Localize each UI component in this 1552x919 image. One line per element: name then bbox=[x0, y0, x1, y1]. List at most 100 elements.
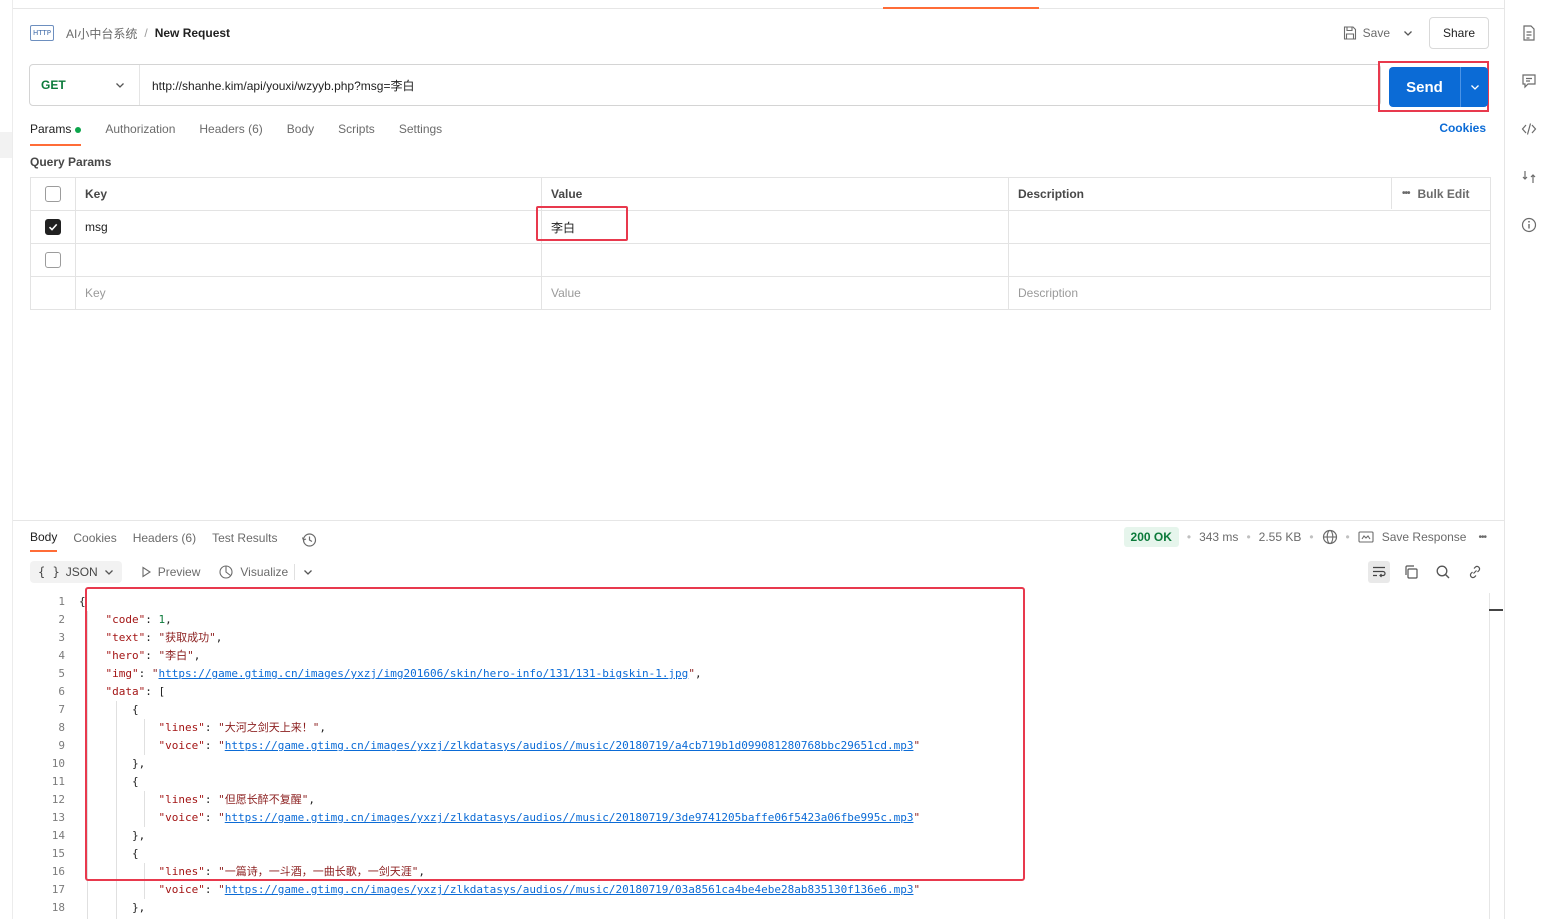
bulk-edit-button[interactable]: ••• Bulk Edit bbox=[1391, 178, 1490, 209]
param-description-cell[interactable] bbox=[1009, 211, 1490, 243]
tab-authorization[interactable]: Authorization bbox=[105, 120, 175, 144]
history-icon[interactable] bbox=[301, 532, 317, 548]
save-response-button[interactable]: Save Response bbox=[1382, 530, 1467, 544]
tab-test-results[interactable]: Test Results bbox=[212, 529, 277, 551]
line-number: 13 bbox=[51, 811, 65, 824]
code-line: 17 "voice": "https://game.gtimg.cn/image… bbox=[43, 881, 920, 899]
separator-dot: • bbox=[1186, 530, 1192, 544]
info-icon[interactable] bbox=[1521, 217, 1537, 233]
tab-settings[interactable]: Settings bbox=[399, 120, 442, 144]
tab-headers[interactable]: Headers (6) bbox=[199, 120, 262, 144]
separator-dot: • bbox=[1345, 530, 1350, 544]
new-value-input[interactable]: Value bbox=[542, 277, 1009, 309]
chevron-down-icon bbox=[116, 83, 124, 88]
tab-body[interactable]: Body bbox=[287, 120, 314, 144]
query-params-title: Query Params bbox=[30, 155, 112, 169]
visualize-button[interactable]: Visualize bbox=[218, 564, 288, 580]
table-row: msg 李白 bbox=[31, 211, 1490, 244]
response-divider bbox=[13, 520, 1505, 521]
line-number: 8 bbox=[58, 721, 65, 734]
header-check-cell bbox=[31, 178, 76, 210]
play-icon bbox=[142, 566, 151, 578]
method-label: GET bbox=[41, 78, 66, 92]
code-line: 18 }, bbox=[43, 899, 920, 917]
code-highlight-box bbox=[85, 587, 1025, 881]
tab-headers-label: Headers bbox=[199, 122, 245, 136]
param-key-cell[interactable]: msg bbox=[76, 211, 542, 243]
line-number: 3 bbox=[58, 631, 65, 644]
separator-dot: • bbox=[1309, 530, 1314, 544]
save-icon bbox=[1343, 26, 1356, 40]
request-name[interactable]: New Request bbox=[155, 26, 230, 40]
save-response-icon bbox=[1358, 531, 1374, 543]
body-toolbar: { } JSON Preview Visualize bbox=[30, 561, 313, 583]
save-label: Save bbox=[1362, 26, 1390, 40]
row-check-cell bbox=[31, 211, 76, 243]
chevron-down-icon[interactable] bbox=[303, 567, 313, 577]
more-icon: ••• bbox=[1402, 188, 1410, 199]
visualize-label: Visualize bbox=[240, 565, 289, 579]
cookies-link[interactable]: Cookies bbox=[1439, 121, 1486, 135]
code-icon[interactable] bbox=[1521, 121, 1537, 137]
tab-response-cookies[interactable]: Cookies bbox=[73, 529, 116, 551]
save-options-chevron-icon[interactable] bbox=[1396, 20, 1419, 46]
voice-link[interactable]: https://game.gtimg.cn/images/yxzj/zlkdat… bbox=[225, 883, 914, 896]
new-description-input[interactable]: Description bbox=[1009, 277, 1490, 309]
more-options-icon[interactable]: ••• bbox=[1478, 532, 1486, 543]
sidebar-edge bbox=[0, 132, 12, 158]
new-key-input[interactable]: Key bbox=[76, 277, 542, 309]
response-time[interactable]: 343 ms bbox=[1199, 530, 1238, 544]
send-options-chevron-icon[interactable] bbox=[1460, 67, 1488, 107]
braces-icon: { } bbox=[38, 565, 60, 579]
empty-key-cell[interactable] bbox=[76, 244, 542, 276]
params-active-dot bbox=[75, 126, 82, 133]
related-collections-icon[interactable] bbox=[1521, 169, 1537, 185]
column-description: Description ••• Bulk Edit bbox=[1009, 178, 1490, 210]
line-number: 15 bbox=[51, 847, 65, 860]
empty-value-cell[interactable] bbox=[542, 244, 1009, 276]
scrollbar-track[interactable] bbox=[1489, 593, 1490, 919]
link-icon[interactable] bbox=[1464, 561, 1486, 583]
line-number: 16 bbox=[51, 865, 65, 878]
tab-response-body[interactable]: Body bbox=[30, 528, 58, 552]
line-number: 14 bbox=[51, 829, 65, 842]
table-row-empty bbox=[31, 244, 1490, 277]
tab-response-headers[interactable]: Headers (6) bbox=[133, 529, 196, 551]
query-params-table: Key Value Description ••• Bulk Edit msg … bbox=[30, 177, 1491, 310]
preview-button[interactable]: Preview bbox=[140, 565, 200, 579]
documentation-icon[interactable] bbox=[1521, 25, 1537, 41]
request-workspace: HTTP AI小中台系统 / New Request Save Share GE… bbox=[12, 0, 1505, 919]
breadcrumb-parent[interactable]: AI小中台系统 bbox=[66, 25, 137, 42]
param-enabled-checkbox[interactable] bbox=[45, 219, 61, 235]
scrollbar-thumb[interactable] bbox=[1489, 609, 1503, 611]
tab-params[interactable]: Params bbox=[30, 120, 82, 146]
empty-description-cell[interactable] bbox=[1009, 244, 1490, 276]
select-all-checkbox[interactable] bbox=[45, 186, 61, 202]
send-highlight-box: Send bbox=[1378, 61, 1489, 112]
url-bar: GET bbox=[29, 64, 1381, 106]
copy-icon[interactable] bbox=[1400, 561, 1422, 583]
search-icon[interactable] bbox=[1432, 561, 1454, 583]
tab-response-headers-count: (6) bbox=[181, 531, 197, 545]
line-number: 2 bbox=[58, 613, 65, 626]
right-sidebar bbox=[1504, 0, 1552, 919]
format-select[interactable]: { } JSON bbox=[30, 561, 122, 583]
status-badge[interactable]: 200 OK bbox=[1123, 527, 1179, 547]
tab-strip bbox=[13, 0, 1505, 9]
save-button[interactable]: Save bbox=[1337, 22, 1396, 44]
tab-headers-count: (6) bbox=[248, 122, 263, 136]
line-number: 11 bbox=[51, 775, 65, 788]
response-size[interactable]: 2.55 KB bbox=[1259, 530, 1302, 544]
tab-scripts[interactable]: Scripts bbox=[338, 120, 375, 144]
wrap-lines-icon[interactable] bbox=[1368, 561, 1390, 583]
send-button[interactable]: Send bbox=[1389, 67, 1460, 107]
share-button[interactable]: Share bbox=[1429, 17, 1489, 49]
method-select[interactable]: GET bbox=[30, 65, 140, 105]
table-row-new: Key Value Description bbox=[31, 277, 1490, 309]
param-enabled-checkbox[interactable] bbox=[45, 252, 61, 268]
comments-icon[interactable] bbox=[1521, 73, 1537, 89]
url-input[interactable] bbox=[140, 64, 1380, 106]
bulk-edit-label: Bulk Edit bbox=[1417, 186, 1470, 201]
globe-icon[interactable] bbox=[1322, 529, 1338, 545]
column-key: Key bbox=[76, 178, 542, 210]
